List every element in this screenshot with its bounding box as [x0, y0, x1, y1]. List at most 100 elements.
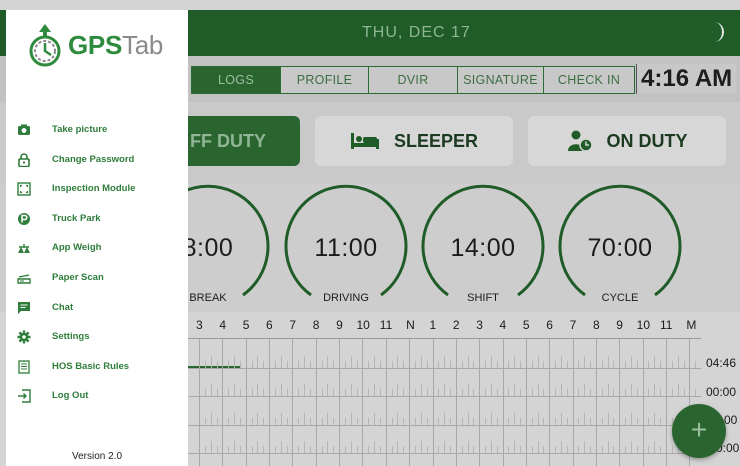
grid-tick	[356, 389, 358, 396]
grid-tick	[309, 389, 311, 396]
grid-tick	[420, 441, 422, 453]
grid-tick	[286, 446, 288, 453]
menu-item-truck-park[interactable]: Truck Park	[6, 205, 188, 235]
grid-tick	[274, 360, 276, 368]
grid-tick	[216, 446, 218, 453]
grid-hour-line	[525, 339, 527, 466]
tab-dvir[interactable]: DVIR	[369, 67, 458, 93]
grid-tick	[403, 446, 405, 453]
grid-tick	[584, 355, 586, 368]
menu-item-chat[interactable]: Chat	[6, 294, 188, 324]
grid-tick	[234, 441, 236, 453]
grid-tick	[321, 360, 323, 368]
grid-tick	[438, 389, 440, 396]
moon-icon[interactable]	[706, 20, 728, 44]
grid-tick	[531, 417, 533, 425]
grid-row-line	[188, 367, 701, 369]
grid-tick	[257, 441, 259, 453]
grid-row-line	[188, 424, 701, 426]
add-event-button[interactable]: +	[672, 404, 726, 458]
menu-item-app-weigh[interactable]: App Weigh	[6, 234, 188, 264]
grid-tick	[613, 417, 615, 425]
tab-check-in[interactable]: CHECK IN	[544, 67, 634, 93]
grid-tick	[426, 389, 428, 396]
hour-label: M	[686, 318, 697, 332]
grid-tick	[391, 360, 393, 368]
grid-tick	[356, 446, 358, 453]
menu-item-hos-basic-rules[interactable]: HOS Basic Rules	[6, 353, 188, 383]
menu-item-paper-scan[interactable]: Paper Scan	[6, 264, 188, 294]
grid-tick	[496, 446, 498, 453]
grid-hour-line	[666, 339, 667, 466]
grid-tick	[508, 389, 510, 396]
menu-label: Inspection Module	[52, 183, 136, 195]
tab-signature[interactable]: SIGNATURE	[458, 67, 544, 93]
grid-tick	[560, 355, 562, 368]
grid-tick	[543, 446, 545, 453]
grid-hour-line	[409, 339, 411, 466]
grid-tick	[566, 389, 568, 396]
grid-tick	[280, 441, 282, 453]
grid-tick	[344, 446, 346, 453]
grid-tick	[414, 389, 416, 396]
hour-label: 7	[289, 318, 297, 332]
grid-tick	[327, 355, 329, 368]
menu-label: Truck Park	[52, 212, 101, 224]
gauge-driving-value: 11:00	[314, 234, 378, 262]
grid-tick	[496, 360, 498, 368]
scanner-icon	[17, 274, 31, 284]
grid-tick	[298, 360, 300, 368]
grid-tick	[578, 360, 580, 368]
grid-hour-line	[222, 339, 224, 466]
grid-tick	[204, 360, 206, 368]
hour-label: 5	[242, 318, 250, 332]
grid-tick	[636, 446, 638, 453]
on-duty-button[interactable]: ON DUTY	[528, 116, 726, 166]
grid-tick	[327, 412, 329, 425]
gear-icon	[17, 330, 31, 344]
grid-tick	[683, 389, 685, 396]
gauge-cycle-label: CYCLE	[601, 292, 639, 304]
grid-tick	[560, 412, 562, 425]
menu-item-change-password[interactable]: Change Password	[6, 146, 188, 176]
tab-logs[interactable]: LOGS	[192, 67, 281, 93]
grid-tick	[654, 355, 656, 368]
gauge-shift: 14:00 SHIFT	[421, 184, 545, 308]
tab-profile[interactable]: PROFILE	[281, 67, 369, 93]
menu-item-log-out[interactable]: Log Out	[6, 382, 188, 412]
hour-label: 3	[196, 318, 203, 332]
grid-hour-line	[292, 339, 294, 466]
hour-label: 2	[452, 318, 460, 332]
grid-tick	[397, 412, 399, 425]
grid-tick	[531, 446, 533, 453]
menu-label: App Weigh	[52, 242, 102, 254]
grid-tick	[426, 417, 428, 425]
grid-tick	[274, 417, 276, 425]
grid-tick	[379, 389, 381, 396]
grid-tick	[239, 417, 241, 425]
log-graph-grid[interactable]	[188, 338, 701, 466]
menu-item-take-picture[interactable]: Take picture	[6, 116, 188, 146]
truck-park-icon	[18, 212, 30, 225]
grid-hour-line	[572, 339, 574, 466]
grid-tick	[490, 412, 492, 425]
grid-tick	[607, 441, 609, 453]
menu-item-inspection-module[interactable]: Inspection Module	[6, 175, 188, 205]
menu-item-settings[interactable]: Settings	[6, 323, 188, 353]
grid-tick	[420, 384, 422, 396]
off-duty-button[interactable]: FF DUTY	[170, 116, 300, 166]
gauge-cycle-value: 70:00	[587, 234, 653, 262]
sleeper-button[interactable]: SLEEPER	[315, 116, 513, 166]
grid-tick	[374, 441, 376, 453]
grid-tick	[514, 384, 516, 396]
grid-tick	[379, 446, 381, 453]
grid-hour-line	[455, 339, 457, 466]
current-date: THU, DEC 17	[362, 24, 471, 41]
grid-tick	[327, 441, 329, 453]
grid-tick	[590, 389, 592, 396]
grid-tick	[309, 417, 311, 425]
grid-tick	[543, 417, 545, 425]
grid-tick	[467, 384, 469, 396]
grid-tick	[309, 360, 311, 368]
grid-tick	[648, 446, 650, 453]
